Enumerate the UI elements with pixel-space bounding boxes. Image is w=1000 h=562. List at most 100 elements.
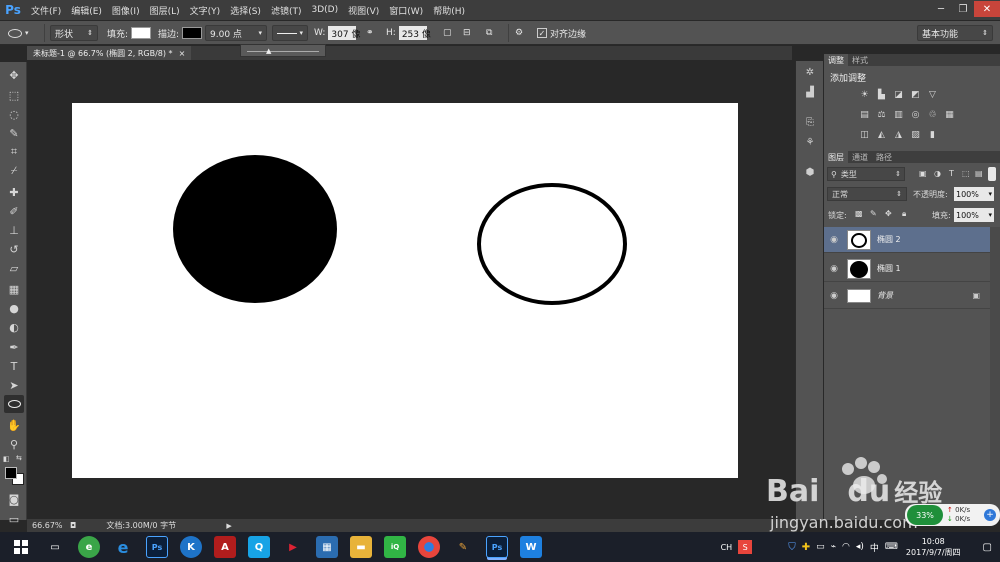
- network-speed-widget[interactable]: 33% ↑ 0K/s ↓ 0K/s +: [905, 504, 1000, 526]
- path-alignment-icon[interactable]: ⊟: [463, 25, 471, 41]
- close-icon[interactable]: ×: [179, 49, 186, 58]
- tab-layers[interactable]: 图层: [824, 151, 848, 163]
- document-tab[interactable]: 未标题-1 @ 66.7% (椭圆 2, RGB/8) * ×: [27, 46, 192, 60]
- security-shield-icon[interactable]: ⛉: [788, 542, 796, 553]
- acrobat-icon[interactable]: A: [214, 536, 236, 558]
- layer-row-ellipse-1[interactable]: ◉ 椭圆 1: [824, 256, 990, 282]
- filter-toggle[interactable]: [988, 167, 996, 181]
- path-operations-icon[interactable]: ▢: [443, 25, 452, 41]
- hand-tool-icon[interactable]: ✋: [4, 416, 24, 434]
- exposure-icon[interactable]: ◩: [909, 89, 922, 100]
- foreground-color-swatch[interactable]: [5, 467, 17, 479]
- paint-icon[interactable]: ✎: [452, 536, 474, 558]
- internet-explorer-icon[interactable]: e: [112, 536, 134, 558]
- hue-saturation-icon[interactable]: ▤: [858, 109, 871, 120]
- media-player-icon[interactable]: ▶: [282, 536, 304, 558]
- file-explorer-icon[interactable]: ▬: [350, 536, 372, 558]
- height-input[interactable]: 253 像: [398, 26, 431, 40]
- gear-icon[interactable]: ⚙: [515, 25, 523, 41]
- screen-mode-icon[interactable]: ▭: [4, 510, 24, 528]
- default-colors-icon[interactable]: ◧: [3, 455, 10, 463]
- link-icon[interactable]: ⚭: [366, 25, 374, 41]
- brush-presets-icon[interactable]: ⚘: [801, 134, 819, 150]
- restore-icon[interactable]: ❐: [952, 1, 974, 17]
- layer-filter-select[interactable]: ⚲ 类型 ⇕: [827, 167, 905, 181]
- invert-icon[interactable]: ◫: [858, 129, 871, 140]
- lock-position-icon[interactable]: ✥: [885, 209, 892, 218]
- channel-mixer-icon[interactable]: ♲: [926, 109, 939, 120]
- quick-select-tool-icon[interactable]: ✎: [4, 124, 24, 142]
- layer-name[interactable]: 背景: [877, 290, 893, 301]
- menu-file[interactable]: 文件(F): [26, 4, 66, 17]
- tab-paths[interactable]: 路径: [872, 151, 896, 163]
- layers-scrollbar[interactable]: [990, 227, 1000, 517]
- 360-guard-icon[interactable]: ✚: [802, 542, 810, 553]
- filter-smart-icon[interactable]: ▤: [975, 169, 983, 178]
- blur-tool-icon[interactable]: ●: [4, 299, 24, 317]
- move-tool-icon[interactable]: ✥: [4, 66, 24, 84]
- layer-row-background[interactable]: ◉ 背景 ▣: [824, 283, 990, 309]
- wps-icon[interactable]: W: [520, 536, 542, 558]
- ime-language-icon[interactable]: 中: [870, 541, 879, 554]
- volume-icon[interactable]: ◂): [856, 542, 864, 552]
- eye-icon[interactable]: ◉: [824, 235, 844, 245]
- stroked-ellipse[interactable]: [477, 183, 627, 305]
- status-menu-arrow-icon[interactable]: ▶: [226, 522, 231, 530]
- type-tool-icon[interactable]: T: [4, 357, 24, 375]
- film-icon[interactable]: ▦: [316, 536, 338, 558]
- tool-mode-select[interactable]: 形状 ⇕: [50, 25, 98, 41]
- history-icon[interactable]: ⎘: [801, 114, 819, 130]
- layer-row-ellipse-2[interactable]: ◉ 椭圆 2: [824, 227, 990, 253]
- wifi-icon[interactable]: ◠: [842, 542, 850, 552]
- eyedropper-tool-icon[interactable]: ⌿: [4, 162, 24, 180]
- healing-brush-tool-icon[interactable]: ✚: [4, 183, 24, 201]
- lock-transparent-icon[interactable]: ▩: [855, 209, 863, 218]
- filled-ellipse[interactable]: [173, 155, 337, 303]
- tool-preset-picker[interactable]: ▾: [8, 25, 29, 41]
- minimize-icon[interactable]: ─: [930, 1, 952, 17]
- menu-edit[interactable]: 编辑(E): [66, 4, 107, 17]
- notification-icon[interactable]: ▢: [983, 542, 992, 553]
- layer-name[interactable]: 椭圆 1: [877, 263, 901, 274]
- stroke-width-field[interactable]: 9.00 点 ▾: [205, 25, 267, 41]
- black-white-icon[interactable]: ▥: [892, 109, 905, 120]
- color-lookup-icon[interactable]: ▦: [943, 109, 956, 120]
- layer-name[interactable]: 椭圆 2: [877, 234, 901, 245]
- path-arrangement-icon[interactable]: ⧉: [486, 25, 492, 41]
- network-icon[interactable]: ⌁: [831, 542, 836, 552]
- ellipse-tool-icon[interactable]: [4, 395, 24, 413]
- keyboard-icon[interactable]: ⌨: [885, 542, 898, 552]
- swap-colors-icon[interactable]: ⇆: [16, 454, 22, 462]
- vibrance-icon[interactable]: ▽: [926, 89, 939, 100]
- color-balance-icon[interactable]: ⚖: [875, 109, 888, 120]
- sogou-icon[interactable]: S: [738, 540, 753, 554]
- filter-adjustment-icon[interactable]: ◑: [934, 169, 941, 178]
- menu-layer[interactable]: 图层(L): [145, 4, 185, 17]
- selective-color-icon[interactable]: ▨: [909, 129, 922, 140]
- photoshop-active-icon[interactable]: Ps: [486, 536, 508, 558]
- history-brush-tool-icon[interactable]: ↺: [4, 240, 24, 258]
- filter-type-icon[interactable]: T: [949, 169, 954, 178]
- ime-indicator[interactable]: CH: [721, 543, 733, 552]
- slider-thumb-icon[interactable]: ▲: [266, 47, 271, 55]
- histogram-icon[interactable]: ▟: [801, 84, 819, 100]
- 3d-icon[interactable]: ⬢: [801, 164, 819, 180]
- quick-mask-icon[interactable]: ◙: [4, 490, 24, 508]
- tab-styles[interactable]: 样式: [848, 54, 872, 66]
- lock-pixels-icon[interactable]: ✎: [870, 209, 877, 218]
- photoshop-taskbar-icon[interactable]: Ps: [146, 536, 168, 558]
- task-view-icon[interactable]: ▭: [44, 536, 66, 558]
- chrome-icon[interactable]: [418, 536, 440, 558]
- browser-360-icon[interactable]: e: [78, 536, 100, 558]
- tab-adjustments[interactable]: 调整: [824, 54, 848, 66]
- menu-filter[interactable]: 滤镜(T): [266, 4, 307, 17]
- pen-tool-icon[interactable]: ✒: [4, 338, 24, 356]
- fill-input[interactable]: 100% ▾: [954, 208, 994, 222]
- marquee-tool-icon[interactable]: ⬚: [4, 86, 24, 104]
- windows-start-icon[interactable]: [10, 536, 32, 558]
- menu-3d[interactable]: 3D(D): [306, 5, 343, 15]
- battery-icon[interactable]: ▭: [816, 542, 825, 552]
- menu-type[interactable]: 文字(Y): [185, 4, 226, 17]
- crop-tool-icon[interactable]: ⌗: [4, 143, 24, 161]
- zoom-tool-icon[interactable]: ⚲: [4, 435, 24, 453]
